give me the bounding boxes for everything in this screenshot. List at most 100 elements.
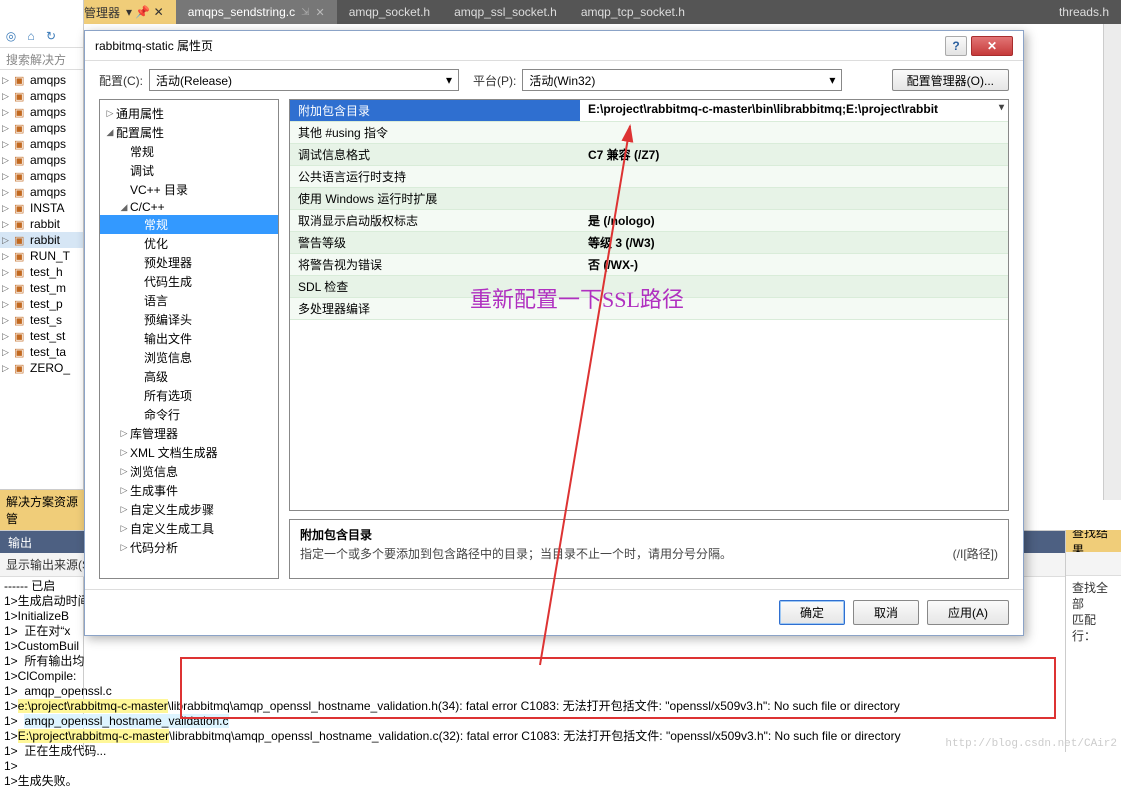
tree-node[interactable]: 语言: [100, 291, 278, 310]
tree-node[interactable]: 预处理器: [100, 253, 278, 272]
config-manager-button[interactable]: 配置管理器(O)...: [892, 69, 1009, 91]
tab-file-2[interactable]: amqp_ssl_socket.h: [442, 0, 569, 24]
grid-value[interactable]: C7 兼容 (/Z7): [580, 144, 1008, 165]
tree-expand-icon: ▷: [104, 108, 116, 119]
home-icon[interactable]: ⌂: [22, 27, 40, 45]
right-scroll-bar[interactable]: [1103, 24, 1121, 500]
solution-item[interactable]: ▷▣amqps: [0, 152, 83, 168]
grid-row[interactable]: SDL 检查: [290, 276, 1008, 298]
grid-row[interactable]: 公共语言运行时支持: [290, 166, 1008, 188]
project-icon: ▣: [14, 250, 28, 263]
grid-row[interactable]: 使用 Windows 运行时扩展: [290, 188, 1008, 210]
tree-node[interactable]: ▷库管理器: [100, 424, 278, 443]
tree-node[interactable]: ▷自定义生成步骤: [100, 500, 278, 519]
grid-key: 使用 Windows 运行时扩展: [290, 188, 580, 209]
tree-node[interactable]: ▷浏览信息: [100, 462, 278, 481]
solution-item[interactable]: ▷▣rabbit: [0, 232, 83, 248]
grid-row[interactable]: 附加包含目录E:\project\rabbitmq-c-master\bin\l…: [290, 100, 1008, 122]
project-icon: ▣: [14, 74, 28, 87]
solution-item[interactable]: ▷▣test_m: [0, 280, 83, 296]
expand-icon: ▷: [2, 171, 12, 182]
solution-item[interactable]: ▷▣RUN_T: [0, 248, 83, 264]
grid-value[interactable]: 否 (/WX-): [580, 254, 1008, 275]
tab-file-3[interactable]: amqp_tcp_socket.h: [569, 0, 697, 24]
config-combo[interactable]: 活动(Release)▾: [149, 69, 459, 91]
tree-node[interactable]: 输出文件: [100, 329, 278, 348]
solution-item[interactable]: ▷▣ZERO_: [0, 360, 83, 376]
grid-value[interactable]: [580, 276, 1008, 297]
grid-value[interactable]: [580, 122, 1008, 143]
tree-node[interactable]: 常规: [100, 142, 278, 161]
tree-node[interactable]: 调试: [100, 161, 278, 180]
grid-value[interactable]: [580, 166, 1008, 187]
solution-item[interactable]: ▷▣rabbit: [0, 216, 83, 232]
project-icon: ▣: [14, 106, 28, 119]
solution-item[interactable]: ▷▣test_s: [0, 312, 83, 328]
tree-node[interactable]: 高级: [100, 367, 278, 386]
project-icon: ▣: [14, 154, 28, 167]
grid-value[interactable]: 等级 3 (/W3): [580, 232, 1008, 253]
grid-row[interactable]: 取消显示启动版权标志是 (/nologo): [290, 210, 1008, 232]
close-button[interactable]: ✕: [971, 36, 1013, 56]
tree-node[interactable]: 常规: [100, 215, 278, 234]
chevron-down-icon[interactable]: ▾: [999, 102, 1004, 113]
grid-row[interactable]: 其他 #using 指令: [290, 122, 1008, 144]
tab-file-1[interactable]: amqp_socket.h: [337, 0, 442, 24]
tab-file-4[interactable]: threads.h: [1047, 0, 1121, 24]
tree-node[interactable]: 预编译头: [100, 310, 278, 329]
grid-row[interactable]: 将警告视为错误否 (/WX-): [290, 254, 1008, 276]
apply-button[interactable]: 应用(A): [927, 600, 1009, 625]
solution-explorer-footer: 解决方案资源管: [0, 489, 84, 530]
cancel-button[interactable]: 取消: [853, 600, 919, 625]
tree-node[interactable]: 命令行: [100, 405, 278, 424]
search-input[interactable]: 搜索解决方案资: [0, 48, 83, 70]
solution-item[interactable]: ▷▣amqps: [0, 136, 83, 152]
refresh-icon[interactable]: ↻: [42, 27, 60, 45]
grid-row[interactable]: 调试信息格式C7 兼容 (/Z7): [290, 144, 1008, 166]
solution-item[interactable]: ▷▣test_p: [0, 296, 83, 312]
tree-node[interactable]: ▷通用属性: [100, 104, 278, 123]
se-toolbar: ◎ ⌂ ↻: [0, 24, 83, 48]
platform-combo[interactable]: 活动(Win32)▾: [522, 69, 842, 91]
grid-value[interactable]: [580, 188, 1008, 209]
grid-row[interactable]: 多处理器编译: [290, 298, 1008, 320]
grid-key: 多处理器编译: [290, 298, 580, 319]
dialog-toolbar: 配置(C): 活动(Release)▾ 平台(P): 活动(Win32)▾ 配置…: [85, 61, 1023, 99]
grid-value[interactable]: 是 (/nologo): [580, 210, 1008, 231]
solution-item[interactable]: ▷▣amqps: [0, 88, 83, 104]
tree-node[interactable]: ◢配置属性: [100, 123, 278, 142]
grid-row[interactable]: 警告等级等级 3 (/W3): [290, 232, 1008, 254]
solution-item[interactable]: ▷▣amqps: [0, 72, 83, 88]
tree-node[interactable]: ▷代码分析: [100, 538, 278, 557]
grid-value[interactable]: E:\project\rabbitmq-c-master\bin\librabb…: [580, 100, 1008, 121]
solution-item[interactable]: ▷▣amqps: [0, 184, 83, 200]
solution-item[interactable]: ▷▣INSTA: [0, 200, 83, 216]
tree-node[interactable]: VC++ 目录: [100, 180, 278, 199]
solution-item[interactable]: ▷▣amqps: [0, 168, 83, 184]
solution-item[interactable]: ▷▣amqps: [0, 120, 83, 136]
close-icon[interactable]: ✕: [315, 6, 324, 19]
dialog-titlebar[interactable]: rabbitmq-static 属性页 ? ✕: [85, 31, 1023, 61]
solution-tree[interactable]: ▷▣amqps▷▣amqps▷▣amqps▷▣amqps▷▣amqps▷▣amq…: [0, 70, 83, 378]
back-icon[interactable]: ◎: [2, 27, 20, 45]
output-line: 1> 所有输出均: [4, 654, 1117, 669]
tree-node[interactable]: ▷生成事件: [100, 481, 278, 500]
tree-node[interactable]: 优化: [100, 234, 278, 253]
tree-node[interactable]: 代码生成: [100, 272, 278, 291]
property-tree[interactable]: ▷通用属性◢配置属性常规调试VC++ 目录◢C/C++常规优化预处理器代码生成语…: [99, 99, 279, 579]
solution-item[interactable]: ▷▣test_ta: [0, 344, 83, 360]
ok-button[interactable]: 确定: [779, 600, 845, 625]
tree-node[interactable]: 所有选项: [100, 386, 278, 405]
property-grid[interactable]: 附加包含目录E:\project\rabbitmq-c-master\bin\l…: [289, 99, 1009, 511]
tree-node[interactable]: ◢C/C++: [100, 199, 278, 215]
tree-node[interactable]: 浏览信息: [100, 348, 278, 367]
tab-file-0[interactable]: amqps_sendstring.c ⇲ ✕: [176, 0, 337, 24]
grid-value[interactable]: [580, 298, 1008, 319]
expand-icon: ▷: [2, 187, 12, 198]
solution-item[interactable]: ▷▣amqps: [0, 104, 83, 120]
solution-item[interactable]: ▷▣test_st: [0, 328, 83, 344]
solution-item[interactable]: ▷▣test_h: [0, 264, 83, 280]
help-button[interactable]: ?: [945, 36, 967, 56]
tree-node[interactable]: ▷XML 文档生成器: [100, 443, 278, 462]
tree-node[interactable]: ▷自定义生成工具: [100, 519, 278, 538]
